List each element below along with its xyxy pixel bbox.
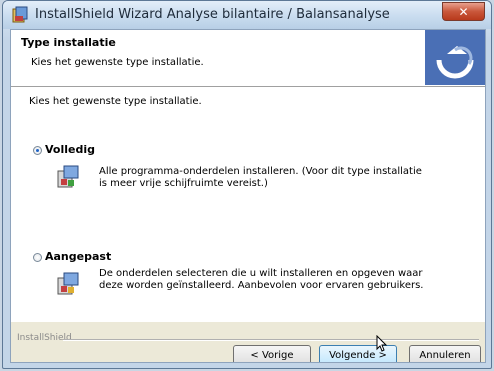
- cancel-button[interactable]: Annuleren: [409, 345, 481, 362]
- wizard-body: Kies het gewenste type installatie. Voll…: [11, 87, 485, 322]
- instruction-text: Kies het gewenste type installatie.: [29, 96, 202, 107]
- footer-divider: [63, 339, 479, 341]
- installshield-logo-icon: [425, 30, 485, 85]
- full-install-icon: [57, 165, 79, 188]
- back-button[interactable]: < Vorige: [233, 345, 311, 362]
- option-label-volledig[interactable]: Volledig: [45, 143, 95, 156]
- radio-volledig[interactable]: [33, 146, 42, 155]
- mouse-pointer-icon: [376, 335, 388, 352]
- wizard-header: Type installatie Kies het gewenste type …: [11, 30, 485, 87]
- page-subtitle: Kies het gewenste type installatie.: [31, 57, 204, 68]
- installer-window: InstallShield Wizard Analyse bilantaire …: [2, 0, 492, 369]
- option-label-aangepast[interactable]: Aangepast: [45, 250, 111, 263]
- custom-install-icon: [57, 272, 79, 295]
- page-title: Type installatie: [21, 36, 116, 49]
- wizard-dialog: Type installatie Kies het gewenste type …: [10, 29, 486, 363]
- close-button[interactable]: ✕: [442, 2, 485, 21]
- title-bar[interactable]: InstallShield Wizard Analyse bilantaire …: [3, 1, 491, 29]
- wizard-footer: InstallShield < Vorige Volgende > Annule…: [11, 322, 485, 362]
- option-desc-volledig: Alle programma-onderdelen installeren. (…: [99, 166, 422, 189]
- installer-app-icon: [12, 6, 28, 23]
- installshield-brand: InstallShield: [17, 333, 72, 343]
- window-title: InstallShield Wizard Analyse bilantaire …: [35, 7, 390, 22]
- radio-aangepast[interactable]: [33, 253, 42, 262]
- option-desc-aangepast: De onderdelen selecteren die u wilt inst…: [99, 268, 424, 291]
